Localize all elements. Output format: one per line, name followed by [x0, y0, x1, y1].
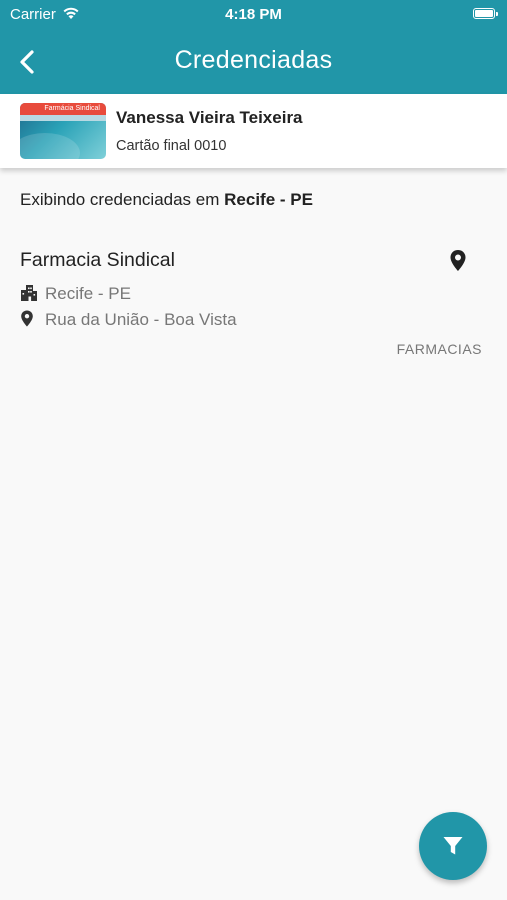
store-city-row: Recife - PE	[20, 284, 131, 306]
card-image: Farmácia Sindical	[20, 103, 106, 159]
status-time: 4:18 PM	[225, 6, 282, 23]
address-pin-icon	[20, 310, 38, 332]
map-pin-button[interactable]	[447, 249, 469, 273]
location-filter-info: Exibindo credenciadas em Recife - PE	[20, 190, 313, 210]
status-bar: Carrier 4:18 PM	[0, 0, 507, 30]
page-title: Credenciadas	[174, 46, 333, 74]
city-buildings-icon	[20, 284, 38, 306]
map-pin-icon	[450, 250, 466, 271]
store-address: Rua da União - Boa Vista	[45, 310, 237, 329]
card-logo: Farmácia Sindical	[44, 105, 100, 112]
store-category: FARMACIAS	[396, 341, 482, 357]
store-address-row: Rua da União - Boa Vista	[20, 310, 237, 332]
store-name: Farmacia Sindical	[20, 249, 175, 271]
location-filter-value: Recife - PE	[224, 190, 313, 209]
store-city: Recife - PE	[45, 284, 131, 303]
filter-icon	[443, 837, 463, 855]
card-header[interactable]: Farmácia Sindical Vanessa Vieira Teixeir…	[0, 94, 507, 168]
location-filter-prefix: Exibindo credenciadas em	[20, 190, 220, 209]
battery-icon	[473, 8, 498, 19]
filter-button[interactable]	[419, 812, 487, 880]
card-number: Cartão final 0010	[116, 138, 227, 154]
navigation-bar: Credenciadas	[0, 30, 507, 94]
card-holder-name: Vanessa Vieira Teixeira	[116, 108, 303, 127]
